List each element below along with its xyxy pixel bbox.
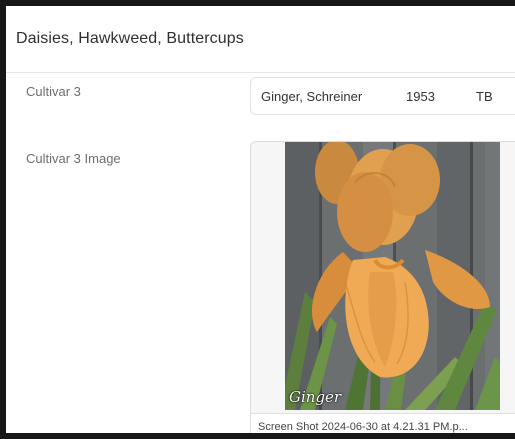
record-detail-panel: Daisies, Hawkweed, Buttercups Cultivar 3… [0,0,515,439]
image-attachment-card[interactable]: Ginger Screen Shot 2024-06-30 at 4.21.31… [250,141,515,433]
attachment-filename[interactable]: Screen Shot 2024-06-30 at 4.21.31 PM.p..… [251,413,515,433]
section-header: Daisies, Hawkweed, Buttercups [6,6,515,73]
cultivar-value-field[interactable]: Ginger, Schreiner 1953 TB [250,77,515,115]
photo-caption: Ginger [289,388,342,406]
cultivar-name: Ginger, Schreiner [261,88,363,104]
cultivar-year: 1953 [406,88,435,104]
iris-flower-image [285,142,500,410]
iris-photo-thumbnail[interactable]: Ginger [285,142,500,410]
section-title: Daisies, Hawkweed, Buttercups [16,30,244,47]
cultivar-image-label: Cultivar 3 Image [26,151,121,166]
cultivar-type: TB [476,88,493,104]
cultivar-label: Cultivar 3 [26,84,81,99]
